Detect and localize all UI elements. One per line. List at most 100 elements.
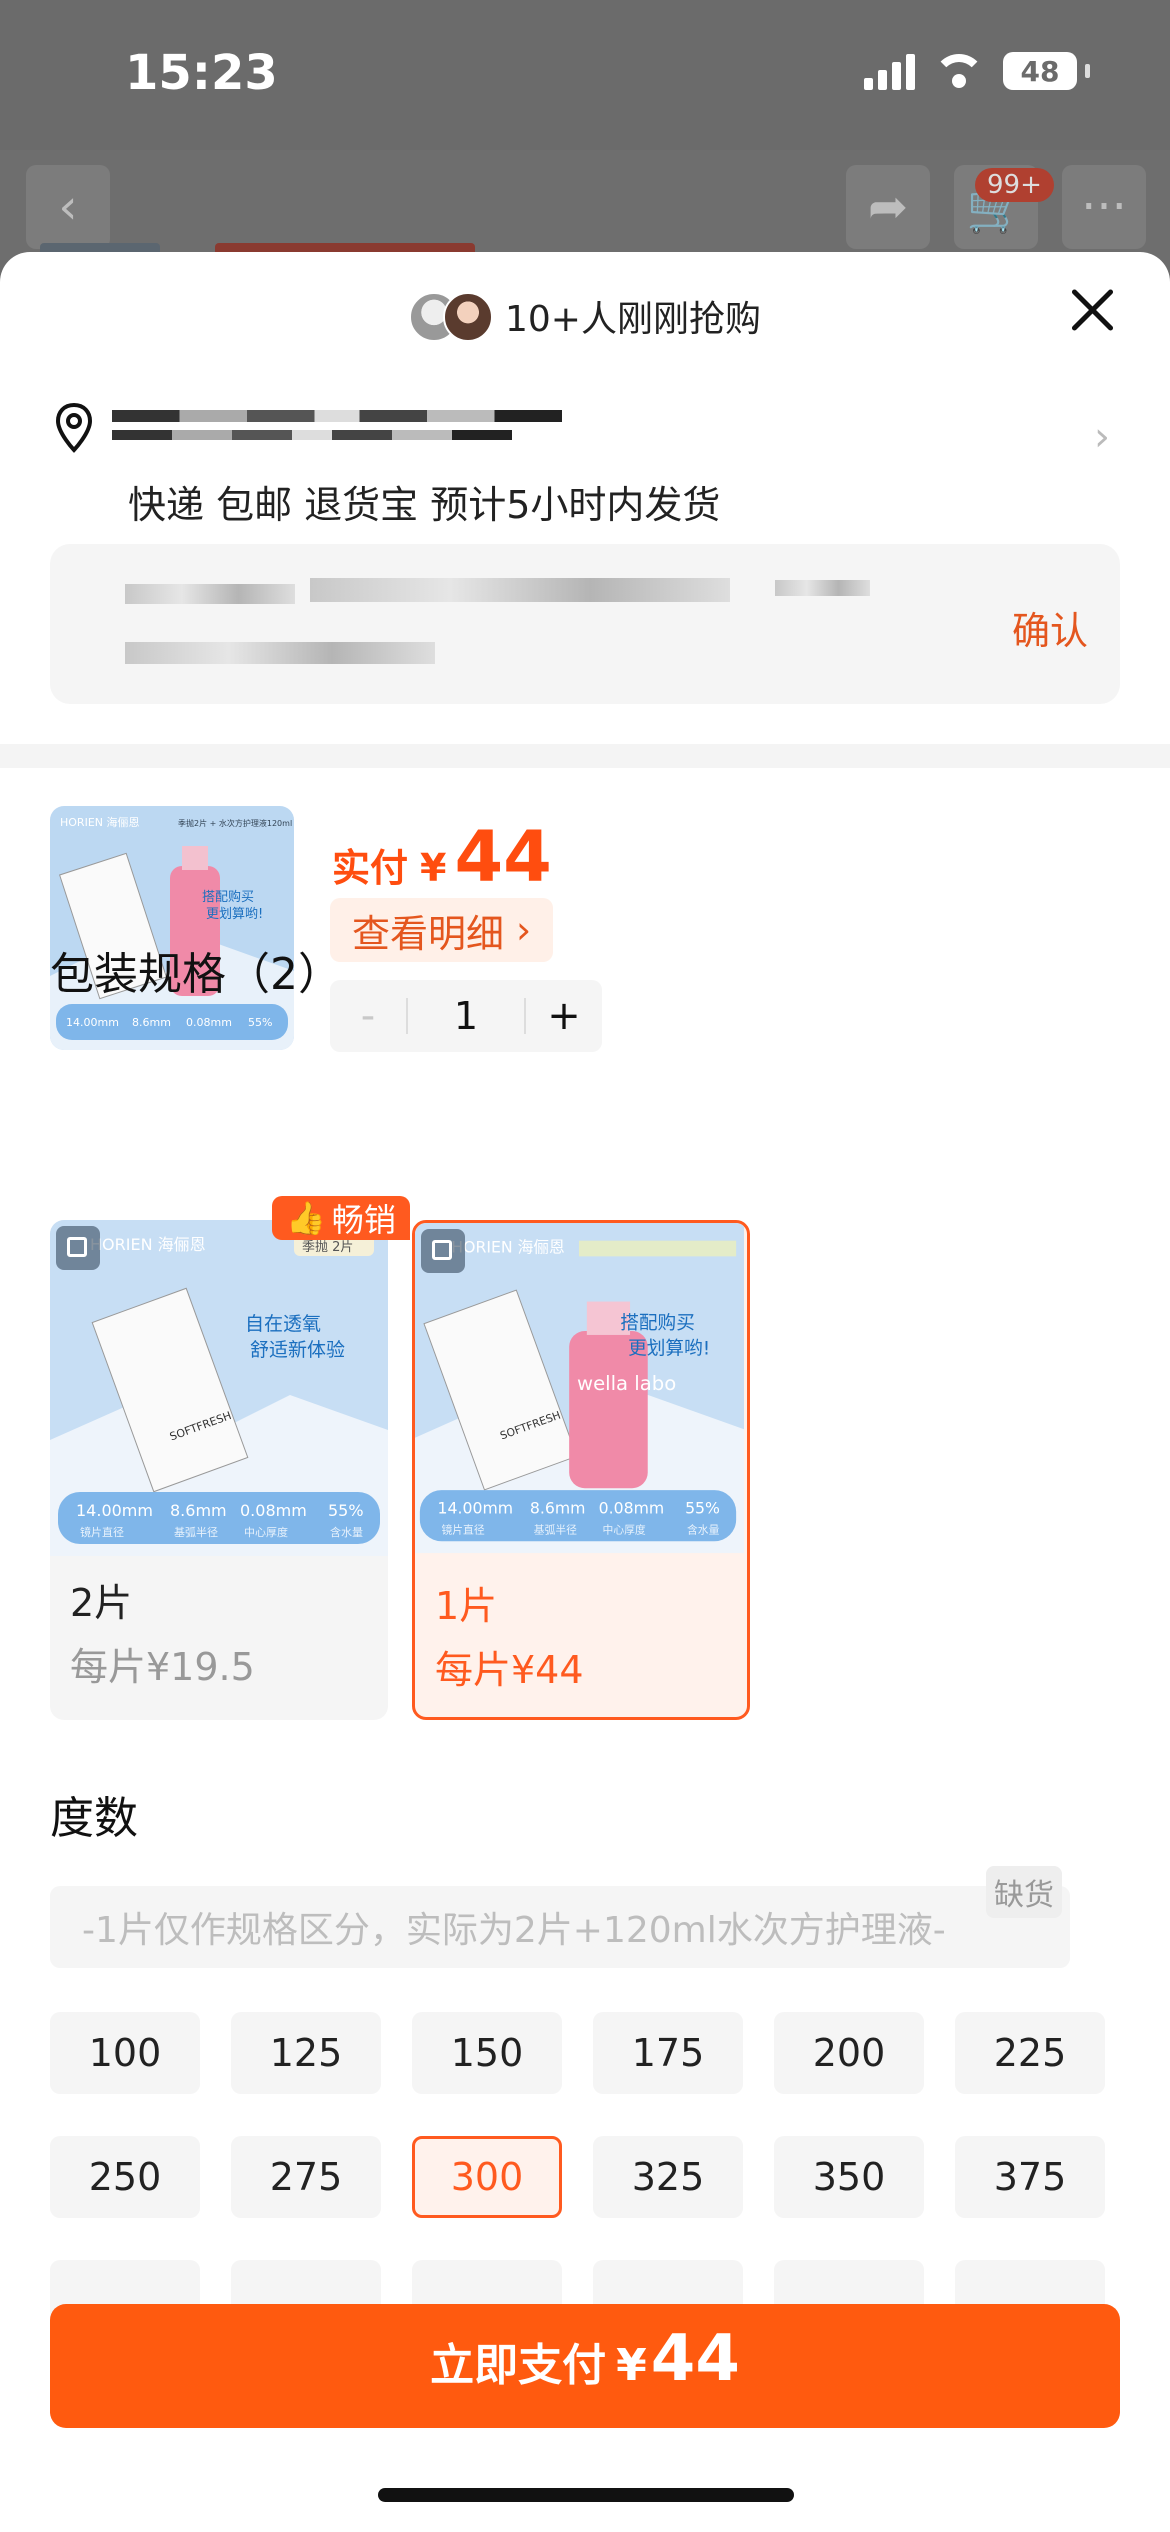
power-option[interactable]: 350: [774, 2136, 924, 2218]
view-details-label: 查看明细: [352, 911, 505, 956]
signal-icon: [864, 52, 915, 90]
power-option[interactable]: 325: [593, 2136, 743, 2218]
wifi-icon: [937, 54, 981, 88]
thumb-promo: 舒适新体验: [250, 1339, 345, 1361]
spec-option-name: 1片: [435, 1584, 498, 1628]
pay-now-button[interactable]: 立即支付 ¥ 44: [50, 2304, 1120, 2428]
confirm-box: 确认: [50, 544, 1120, 704]
thumb-spec: 14.00mm: [76, 1501, 153, 1520]
thumb-brand: HORIEN 海俪恩: [60, 815, 140, 829]
view-details-button[interactable]: 查看明细 ›: [330, 898, 554, 962]
quantity-stepper: - 1 +: [330, 980, 602, 1052]
more-icon[interactable]: ···: [1062, 165, 1146, 249]
power-option[interactable]: 225: [955, 2012, 1105, 2094]
power-option[interactable]: 275: [231, 2136, 381, 2218]
thumb-promo: 更划算哟!: [206, 907, 263, 922]
paid-price: 实付 ¥ 44: [332, 816, 552, 898]
expand-icon[interactable]: [421, 1229, 465, 1273]
address-row[interactable]: ›: [50, 402, 1120, 482]
thumb-promo: 自在透氧: [245, 1313, 321, 1335]
close-icon[interactable]: [1064, 282, 1120, 338]
power-option[interactable]: 250: [50, 2136, 200, 2218]
thumb-promo: 搭配购买: [202, 889, 254, 905]
thumb-spec: 55%: [328, 1501, 364, 1520]
confirm-button[interactable]: 确认: [1012, 600, 1088, 655]
buyer-avatars: [409, 292, 493, 342]
thumbs-up-icon: 👍: [286, 1199, 326, 1237]
thumb-spec-label: 镜片直径: [441, 1522, 484, 1536]
power-title: 度数: [50, 1793, 138, 1844]
avatar: [443, 292, 493, 342]
power-option[interactable]: 375: [955, 2136, 1105, 2218]
power-option-selected[interactable]: 300: [412, 2136, 562, 2218]
redacted-address: [112, 430, 512, 440]
thumb-promo: 更划算哟!: [628, 1339, 710, 1360]
power-option[interactable]: 175: [593, 2012, 743, 2094]
thumb-banner: 季抛2片 + 水次方护理液120ml: [178, 818, 292, 828]
product-thumbnail[interactable]: HORIEN 海俪恩 季抛2片 + 水次方护理液120ml 搭配购买 更划算哟!…: [50, 806, 294, 1050]
spec-option-1pc[interactable]: HORIEN 海俪恩 SOFTFRESH wella labo 搭配购买 更划算…: [412, 1220, 750, 1720]
expand-icon[interactable]: [56, 1226, 100, 1270]
option-image-tag: 季抛 2片: [302, 1240, 353, 1255]
thumb-spec: 14.00mm: [66, 1016, 119, 1029]
thumb-spec: 0.08mm: [599, 1499, 665, 1518]
paid-label: 实付: [332, 846, 409, 890]
thumb-spec-label: 中心厚度: [603, 1522, 646, 1536]
bestseller-badge: 👍 畅销: [272, 1196, 410, 1240]
redacted-address: [112, 410, 562, 422]
thumb-spec: 55%: [248, 1016, 272, 1029]
chevron-right-icon: ›: [516, 908, 532, 952]
pay-amount: 44: [650, 2322, 740, 2396]
thumb-brand: HORIEN 海俪恩: [90, 1235, 206, 1254]
spec-option-name: 2片: [70, 1581, 133, 1625]
thumb-promo: 搭配购买: [620, 1313, 695, 1334]
spec-option-price: 每片¥19.5: [70, 1645, 255, 1689]
thumb-spec-label: 基弧半径: [174, 1525, 218, 1539]
thumb-spec: 8.6mm: [530, 1499, 586, 1518]
redacted-text: [125, 584, 295, 604]
section-divider: [0, 744, 1170, 768]
thumb-spec-label: 含水量: [687, 1522, 720, 1536]
pay-label: 立即支付: [430, 2340, 607, 2391]
paid-amount: 44: [454, 816, 552, 898]
spec-option-image: HORIEN 海俪恩 季抛 2片 SOFTFRESH 自在透氧 舒适新体验 14…: [50, 1220, 388, 1556]
bestseller-label: 畅销: [331, 1201, 396, 1239]
sku-sheet: 10+人刚刚抢购 › 快递 包邮 退货宝 预计5小时内发货 确认 HORIEN …: [0, 252, 1170, 2532]
spec-option-2pcs[interactable]: HORIEN 海俪恩 季抛 2片 SOFTFRESH 自在透氧 舒适新体验 14…: [50, 1220, 388, 1720]
location-pin-icon: [55, 402, 93, 453]
shipping-info: 快递 包邮 退货宝 预计5小时内发货: [128, 483, 721, 527]
quantity-value[interactable]: 1: [406, 997, 526, 1035]
bottle-label: wella labo: [577, 1372, 676, 1395]
thumb-spec-label: 镜片直径: [80, 1525, 124, 1539]
thumb-spec: 0.08mm: [240, 1501, 307, 1520]
thumb-spec-label: 中心厚度: [244, 1525, 288, 1539]
currency-symbol: ¥: [616, 2340, 647, 2391]
redacted-text: [125, 642, 435, 664]
thumb-spec: 14.00mm: [438, 1499, 514, 1518]
back-icon[interactable]: ‹: [26, 165, 110, 249]
status-time: 15:23: [125, 45, 278, 101]
cart-badge: 99+: [975, 168, 1054, 202]
share-icon[interactable]: ➦: [846, 165, 930, 249]
system-icons: 48: [864, 52, 1090, 90]
thumb-spec: 0.08mm: [186, 1016, 232, 1029]
status-bar: 15:23 48: [0, 0, 1170, 150]
spec-option-price: 每片¥44: [435, 1648, 584, 1692]
power-option[interactable]: 150: [412, 2012, 562, 2094]
increase-button[interactable]: +: [526, 993, 602, 1039]
battery-icon: 48: [1003, 52, 1077, 90]
thumb-spec: 55%: [685, 1499, 720, 1518]
currency-symbol: ¥: [420, 846, 447, 890]
power-option[interactable]: 100: [50, 2012, 200, 2094]
chevron-right-icon: ›: [1094, 414, 1110, 460]
battery-tip: [1085, 64, 1090, 78]
out-of-stock-tag: 缺货: [986, 1866, 1062, 1918]
product-summary: HORIEN 海俪恩 季抛2片 + 水次方护理液120ml 搭配购买 更划算哟!…: [50, 806, 1120, 1056]
out-of-stock-option[interactable]: -1片仅作规格区分，实际为2片+120ml水次方护理液-: [50, 1886, 1070, 1968]
power-option[interactable]: 200: [774, 2012, 924, 2094]
power-option[interactable]: 125: [231, 2012, 381, 2094]
package-spec-title: 包装规格（2）: [50, 949, 342, 1000]
home-indicator: [378, 2488, 794, 2502]
redacted-text: [310, 578, 730, 602]
thumb-spec-label: 基弧半径: [534, 1522, 577, 1536]
